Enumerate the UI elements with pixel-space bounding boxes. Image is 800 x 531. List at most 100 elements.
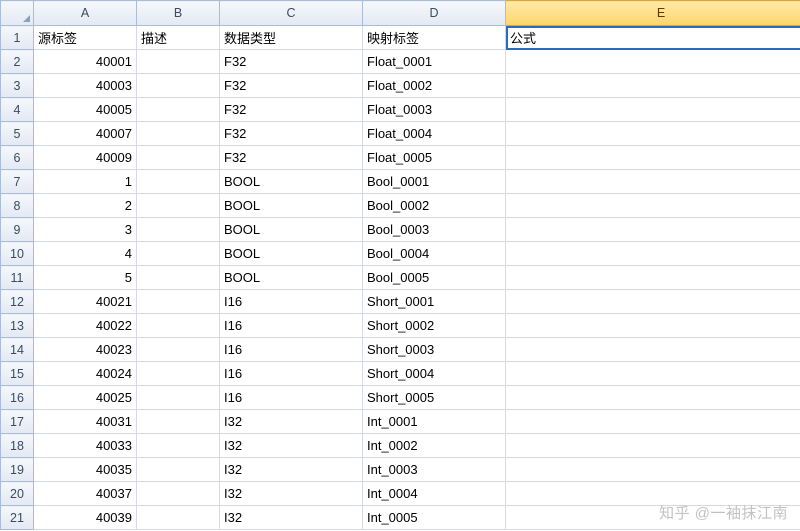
col-header-B[interactable]: B bbox=[137, 1, 220, 26]
cell-D12[interactable]: Short_0001 bbox=[363, 290, 506, 314]
cell-D1[interactable]: 映射标签 bbox=[363, 26, 506, 50]
row-header[interactable]: 12 bbox=[1, 290, 34, 314]
cell-C9[interactable]: BOOL bbox=[220, 218, 363, 242]
cell-A7[interactable]: 1 bbox=[34, 170, 137, 194]
row-header[interactable]: 1 bbox=[1, 26, 34, 50]
cell-B4[interactable] bbox=[137, 98, 220, 122]
row-header[interactable]: 17 bbox=[1, 410, 34, 434]
cell-D6[interactable]: Float_0005 bbox=[363, 146, 506, 170]
cell-B5[interactable] bbox=[137, 122, 220, 146]
cell-A11[interactable]: 5 bbox=[34, 266, 137, 290]
cell-C13[interactable]: I16 bbox=[220, 314, 363, 338]
cell-E17[interactable] bbox=[506, 410, 800, 434]
cell-E20[interactable] bbox=[506, 482, 800, 506]
cell-A18[interactable]: 40033 bbox=[34, 434, 137, 458]
cell-D18[interactable]: Int_0002 bbox=[363, 434, 506, 458]
cell-A14[interactable]: 40023 bbox=[34, 338, 137, 362]
cell-E7[interactable] bbox=[506, 170, 800, 194]
cell-D16[interactable]: Short_0005 bbox=[363, 386, 506, 410]
cell-B13[interactable] bbox=[137, 314, 220, 338]
cell-C18[interactable]: I32 bbox=[220, 434, 363, 458]
cell-A16[interactable]: 40025 bbox=[34, 386, 137, 410]
cell-E14[interactable] bbox=[506, 338, 800, 362]
cell-E3[interactable] bbox=[506, 74, 800, 98]
cell-E11[interactable] bbox=[506, 266, 800, 290]
cell-C21[interactable]: I32 bbox=[220, 506, 363, 530]
cell-B2[interactable] bbox=[137, 50, 220, 74]
cell-E5[interactable] bbox=[506, 122, 800, 146]
cell-A3[interactable]: 40003 bbox=[34, 74, 137, 98]
cell-C15[interactable]: I16 bbox=[220, 362, 363, 386]
row-header[interactable]: 5 bbox=[1, 122, 34, 146]
cell-B16[interactable] bbox=[137, 386, 220, 410]
cell-A21[interactable]: 40039 bbox=[34, 506, 137, 530]
cell-D20[interactable]: Int_0004 bbox=[363, 482, 506, 506]
cell-E19[interactable] bbox=[506, 458, 800, 482]
row-header[interactable]: 18 bbox=[1, 434, 34, 458]
col-header-E[interactable]: E bbox=[506, 1, 800, 26]
cell-D13[interactable]: Short_0002 bbox=[363, 314, 506, 338]
cell-E18[interactable] bbox=[506, 434, 800, 458]
col-header-D[interactable]: D bbox=[363, 1, 506, 26]
cell-C12[interactable]: I16 bbox=[220, 290, 363, 314]
cell-B12[interactable] bbox=[137, 290, 220, 314]
cell-A6[interactable]: 40009 bbox=[34, 146, 137, 170]
cell-C20[interactable]: I32 bbox=[220, 482, 363, 506]
cell-A15[interactable]: 40024 bbox=[34, 362, 137, 386]
cell-E16[interactable] bbox=[506, 386, 800, 410]
row-header[interactable]: 11 bbox=[1, 266, 34, 290]
cell-C3[interactable]: F32 bbox=[220, 74, 363, 98]
cell-E1[interactable]: 公式 bbox=[506, 26, 800, 50]
cell-B6[interactable] bbox=[137, 146, 220, 170]
cell-A8[interactable]: 2 bbox=[34, 194, 137, 218]
row-header[interactable]: 21 bbox=[1, 506, 34, 530]
cell-E12[interactable] bbox=[506, 290, 800, 314]
cell-A4[interactable]: 40005 bbox=[34, 98, 137, 122]
cell-D4[interactable]: Float_0003 bbox=[363, 98, 506, 122]
cell-E21[interactable] bbox=[506, 506, 800, 530]
row-header[interactable]: 19 bbox=[1, 458, 34, 482]
cell-B17[interactable] bbox=[137, 410, 220, 434]
row-header[interactable]: 6 bbox=[1, 146, 34, 170]
row-header[interactable]: 13 bbox=[1, 314, 34, 338]
cell-B9[interactable] bbox=[137, 218, 220, 242]
cell-C2[interactable]: F32 bbox=[220, 50, 363, 74]
row-header[interactable]: 3 bbox=[1, 74, 34, 98]
cell-C17[interactable]: I32 bbox=[220, 410, 363, 434]
cell-D7[interactable]: Bool_0001 bbox=[363, 170, 506, 194]
cell-C8[interactable]: BOOL bbox=[220, 194, 363, 218]
cell-D17[interactable]: Int_0001 bbox=[363, 410, 506, 434]
cell-D19[interactable]: Int_0003 bbox=[363, 458, 506, 482]
select-all-corner[interactable] bbox=[1, 1, 34, 26]
cell-D15[interactable]: Short_0004 bbox=[363, 362, 506, 386]
cell-C4[interactable]: F32 bbox=[220, 98, 363, 122]
cell-D3[interactable]: Float_0002 bbox=[363, 74, 506, 98]
cell-A19[interactable]: 40035 bbox=[34, 458, 137, 482]
cell-E6[interactable] bbox=[506, 146, 800, 170]
cell-C19[interactable]: I32 bbox=[220, 458, 363, 482]
cell-E10[interactable] bbox=[506, 242, 800, 266]
row-header[interactable]: 2 bbox=[1, 50, 34, 74]
row-header[interactable]: 9 bbox=[1, 218, 34, 242]
cell-D10[interactable]: Bool_0004 bbox=[363, 242, 506, 266]
cell-C10[interactable]: BOOL bbox=[220, 242, 363, 266]
row-header[interactable]: 14 bbox=[1, 338, 34, 362]
cell-C16[interactable]: I16 bbox=[220, 386, 363, 410]
col-header-A[interactable]: A bbox=[34, 1, 137, 26]
cell-B11[interactable] bbox=[137, 266, 220, 290]
cell-C6[interactable]: F32 bbox=[220, 146, 363, 170]
row-header[interactable]: 20 bbox=[1, 482, 34, 506]
cell-D9[interactable]: Bool_0003 bbox=[363, 218, 506, 242]
cell-A13[interactable]: 40022 bbox=[34, 314, 137, 338]
cell-B19[interactable] bbox=[137, 458, 220, 482]
cell-D8[interactable]: Bool_0002 bbox=[363, 194, 506, 218]
row-header[interactable]: 16 bbox=[1, 386, 34, 410]
cell-B15[interactable] bbox=[137, 362, 220, 386]
row-header[interactable]: 7 bbox=[1, 170, 34, 194]
cell-C1[interactable]: 数据类型 bbox=[220, 26, 363, 50]
cell-E4[interactable] bbox=[506, 98, 800, 122]
cell-B7[interactable] bbox=[137, 170, 220, 194]
cell-B14[interactable] bbox=[137, 338, 220, 362]
cell-E8[interactable] bbox=[506, 194, 800, 218]
cell-E2[interactable] bbox=[506, 50, 800, 74]
